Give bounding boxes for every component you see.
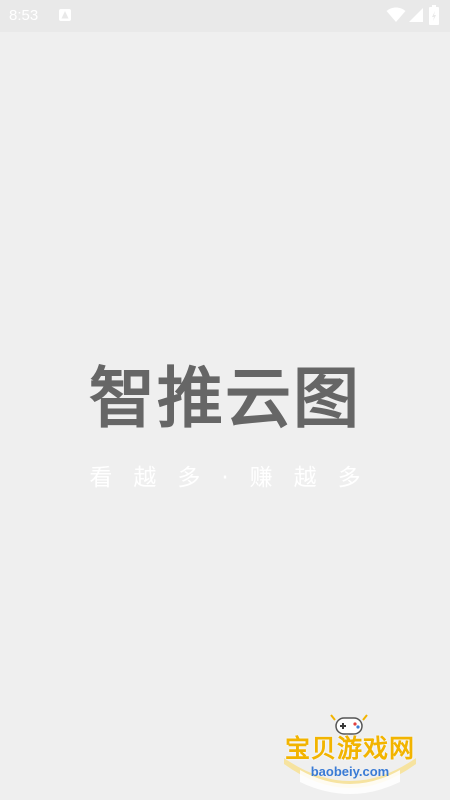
watermark-name: 宝贝游戏网 — [284, 734, 415, 763]
app-slogan: 看越多·赚越多 — [89, 465, 382, 491]
app-title: 智推云图 — [89, 360, 361, 437]
wifi-icon — [386, 7, 406, 22]
status-time: 8:53 — [9, 7, 39, 24]
notification-icon — [59, 9, 71, 21]
battery-icon — [429, 5, 439, 25]
watermark-url: baobeiy.com — [310, 764, 390, 779]
signal-icon — [409, 8, 423, 22]
status-bar: 8:53 — [0, 0, 450, 32]
watermark-logo: 宝贝游戏网 baobeiy.com — [276, 712, 424, 796]
